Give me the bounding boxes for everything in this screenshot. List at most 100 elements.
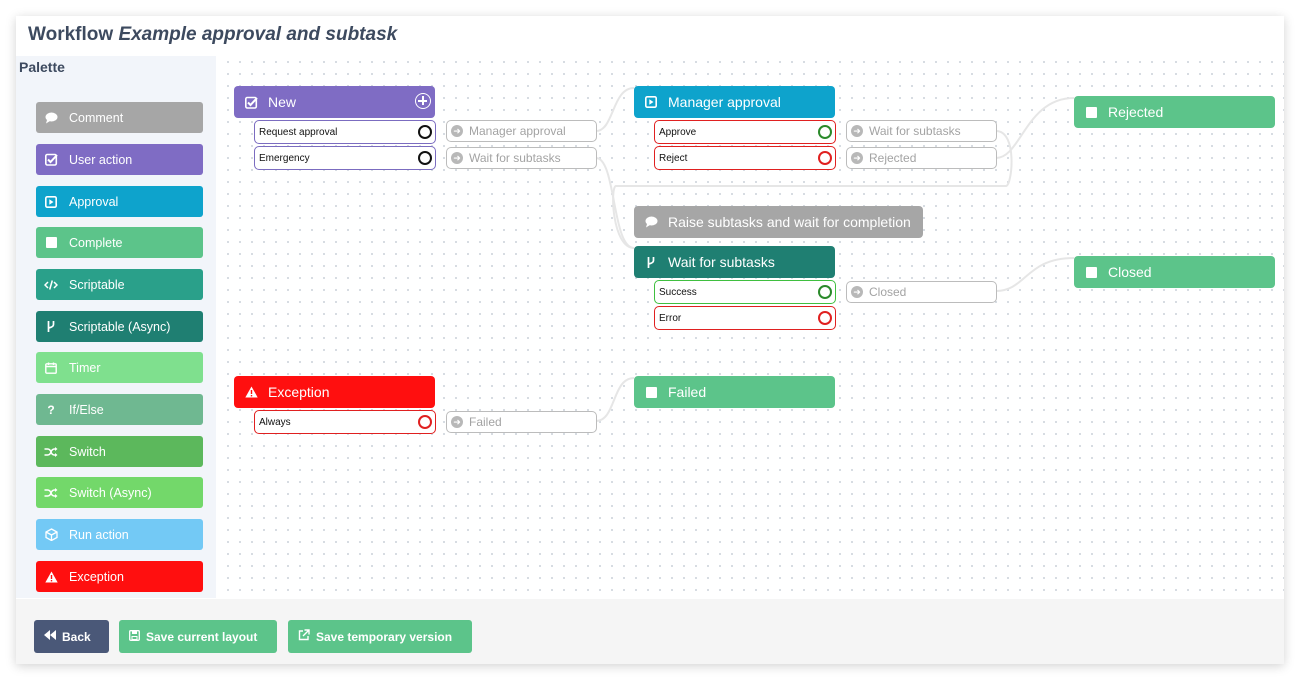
target-label: Manager approval	[469, 124, 566, 138]
palette-item-switch[interactable]: Switch	[36, 436, 203, 467]
node-title: Failed	[668, 384, 707, 400]
comment-icon	[44, 111, 58, 125]
output-success[interactable]: Success	[654, 280, 836, 304]
target-label: Closed	[869, 285, 907, 299]
code-icon	[44, 278, 58, 292]
checkbox-icon	[244, 95, 258, 109]
node-exception[interactable]: Exception	[234, 376, 435, 408]
node-title: New	[268, 94, 297, 110]
title-prefix: Workflow	[28, 24, 114, 45]
palette-item-comment[interactable]: Comment	[36, 102, 203, 133]
square-icon	[1084, 105, 1098, 119]
link-target[interactable]: ➜ Manager approval	[446, 120, 597, 142]
output-label: Request approval	[259, 126, 338, 138]
node-title: Wait for subtasks	[668, 254, 775, 270]
output-port[interactable]	[418, 125, 432, 139]
node-manager-approval[interactable]: Manager approval	[634, 86, 835, 118]
workflow-window: Workflow Example approval and subtask Pa…	[16, 16, 1284, 664]
palette-item-label: If/Else	[69, 402, 104, 417]
arrow-circle-icon: ➜	[851, 125, 863, 137]
target-label: Failed	[469, 415, 502, 429]
question-icon: ?	[47, 402, 55, 417]
output-port[interactable]	[818, 285, 832, 299]
checkbox-icon	[44, 153, 58, 167]
palette-item-switch-async[interactable]: Switch (Async)	[36, 477, 203, 508]
output-error[interactable]: Error	[654, 306, 836, 330]
output-label: Success	[659, 286, 697, 298]
play-square-icon	[644, 95, 658, 109]
node-failed[interactable]: Failed	[634, 376, 835, 408]
palette-item-exception[interactable]: Exception	[36, 561, 203, 592]
palette-item-label: Complete	[69, 235, 123, 250]
palette-item-label: Exception	[69, 569, 124, 584]
square-icon	[44, 236, 58, 250]
palette-item-label: User action	[69, 152, 133, 167]
shuffle-icon	[44, 486, 58, 500]
palette-item-label: Switch (Async)	[69, 485, 152, 500]
output-reject[interactable]: Reject	[654, 146, 836, 170]
branch-icon	[644, 255, 658, 269]
output-label: Always	[259, 416, 291, 428]
palette-item-user-action[interactable]: User action	[36, 144, 203, 175]
output-label: Approve	[659, 126, 697, 138]
save-layout-button[interactable]: Save current layout	[119, 620, 277, 653]
node-wait-for-subtasks[interactable]: Wait for subtasks	[634, 246, 835, 278]
save-temporary-label: Save temporary version	[316, 629, 453, 644]
output-request-approval[interactable]: Request approval	[254, 120, 436, 144]
arrow-circle-icon: ➜	[851, 286, 863, 298]
palette-item-if-else[interactable]: ? If/Else	[36, 394, 203, 425]
output-port[interactable]	[818, 125, 832, 139]
output-emergency[interactable]: Emergency	[254, 146, 436, 170]
calendar-icon	[44, 361, 58, 375]
node-title: Raise subtasks and wait for completion	[668, 214, 911, 230]
output-port[interactable]	[818, 311, 832, 325]
palette-item-label: Scriptable	[69, 277, 125, 292]
palette-title: Palette	[19, 59, 65, 75]
node-rejected[interactable]: Rejected	[1074, 96, 1275, 128]
arrow-circle-icon: ➜	[451, 152, 463, 164]
target-label: Rejected	[869, 151, 917, 165]
output-approve[interactable]: Approve	[654, 120, 836, 144]
arrow-circle-icon: ➜	[851, 152, 863, 164]
output-always[interactable]: Always	[254, 410, 436, 434]
node-title: Exception	[268, 384, 330, 400]
square-icon	[644, 385, 658, 399]
save-temporary-version-button[interactable]: Save temporary version	[288, 620, 472, 653]
output-port[interactable]	[818, 151, 832, 165]
branch-icon	[44, 320, 58, 334]
link-target[interactable]: ➜ Wait for subtasks	[846, 120, 997, 142]
palette-item-approval[interactable]: Approval	[36, 186, 203, 217]
palette-item-scriptable-async[interactable]: Scriptable (Async)	[36, 311, 203, 342]
output-port[interactable]	[418, 415, 432, 429]
square-icon	[1084, 265, 1098, 279]
footer-toolbar: Back Save current layout Save temporary …	[16, 599, 1284, 664]
output-label: Reject	[659, 152, 688, 164]
link-target[interactable]: ➜ Failed	[446, 411, 597, 433]
palette-item-run-action[interactable]: Run action	[36, 519, 203, 550]
node-comment[interactable]: Raise subtasks and wait for completion	[634, 206, 923, 238]
link-target[interactable]: ➜ Rejected	[846, 147, 997, 169]
palette-item-label: Comment	[69, 110, 124, 125]
output-port[interactable]	[418, 151, 432, 165]
play-square-icon	[44, 195, 58, 209]
arrow-circle-icon: ➜	[451, 125, 463, 137]
palette-item-timer[interactable]: Timer	[36, 352, 203, 383]
node-title: Manager approval	[668, 94, 781, 110]
palette-item-scriptable[interactable]: Scriptable	[36, 269, 203, 300]
warning-icon	[44, 570, 58, 584]
arrow-circle-icon: ➜	[451, 416, 463, 428]
link-target[interactable]: ➜ Closed	[846, 281, 997, 303]
node-new[interactable]: New	[234, 86, 435, 118]
node-title: Rejected	[1108, 104, 1164, 120]
link-target[interactable]: ➜ Wait for subtasks	[446, 147, 597, 169]
palette-item-label: Scriptable (Async)	[69, 319, 171, 334]
palette-item-complete[interactable]: Complete	[36, 227, 203, 258]
back-button-label: Back	[62, 629, 91, 644]
page-title: Workflow Example approval and subtask	[28, 24, 397, 46]
add-output-icon[interactable]	[415, 93, 431, 109]
save-layout-label: Save current layout	[146, 629, 258, 644]
target-label: Wait for subtasks	[469, 151, 561, 165]
back-button[interactable]: Back	[34, 620, 109, 653]
palette-item-label: Switch	[69, 444, 106, 459]
node-closed[interactable]: Closed	[1074, 256, 1275, 288]
